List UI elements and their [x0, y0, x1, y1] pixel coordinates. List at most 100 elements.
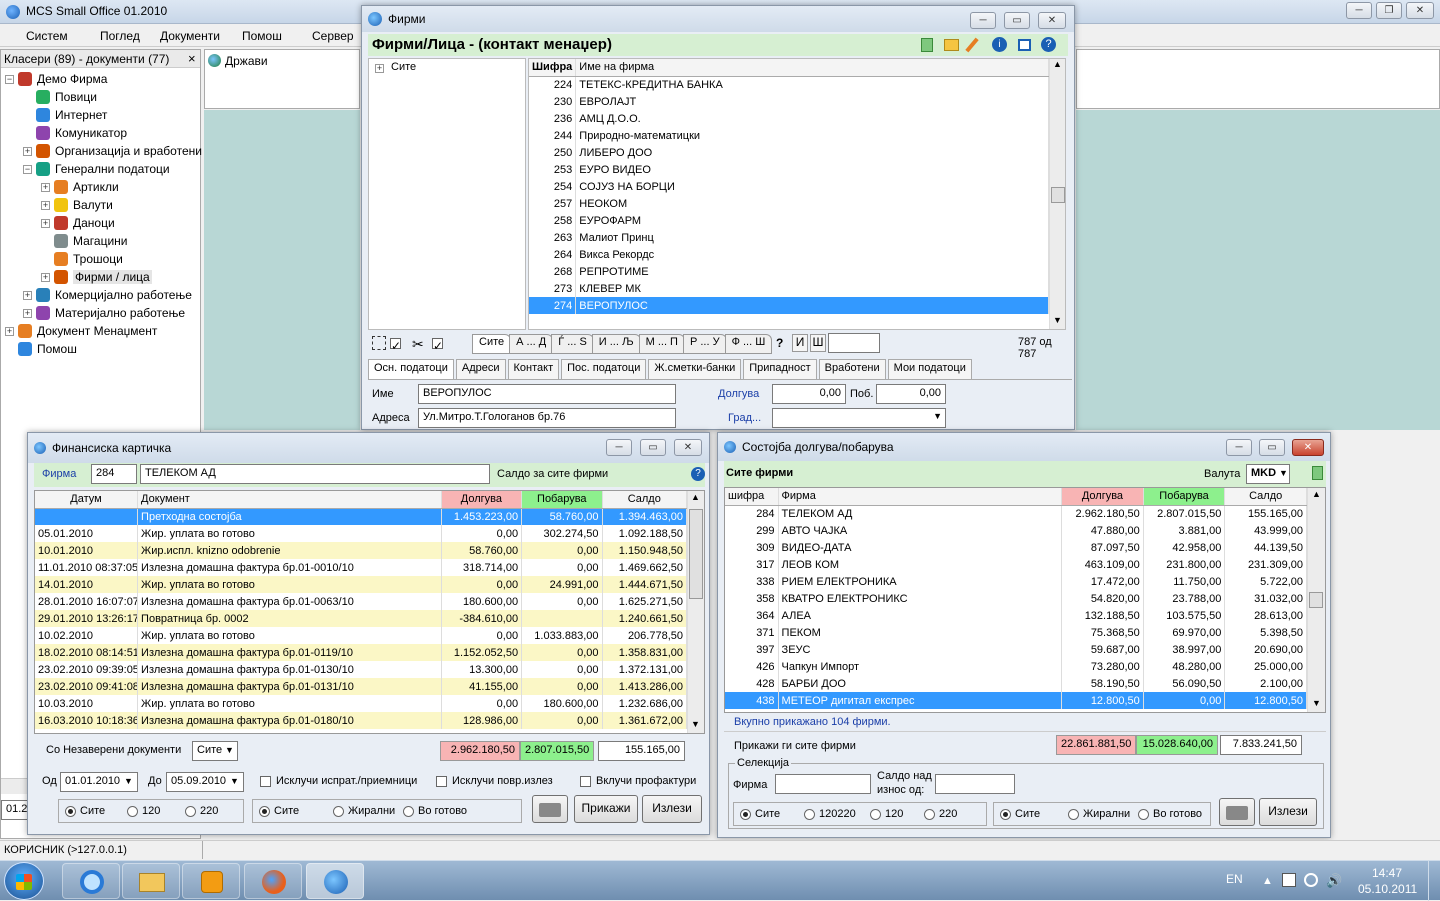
table-row[interactable]: 371 ПЕКОМ 75.368,50 69.970,00 5.398,50 — [725, 624, 1307, 641]
chevron-down-icon[interactable]: ▼ — [230, 776, 239, 786]
radio-cash[interactable]: Во готово — [403, 805, 467, 817]
table-row[interactable]: 250 ЛИБЕРО ДОО — [529, 144, 1049, 161]
alpha-tab[interactable]: М ... П — [638, 334, 685, 354]
taskbar-explorer[interactable] — [122, 863, 180, 899]
tree-item[interactable]: − Генерални податоци — [23, 160, 170, 178]
expand-icon[interactable]: − — [23, 164, 32, 174]
expand-icon[interactable]: − — [5, 74, 14, 84]
maximize-button[interactable]: ▭ — [640, 439, 666, 456]
taskbar-mcs[interactable] — [306, 863, 364, 899]
col-date[interactable]: Датум — [35, 491, 139, 509]
col-document[interactable]: Документ — [137, 491, 442, 509]
scrollbar-thumb[interactable] — [1051, 187, 1065, 203]
table-row[interactable]: 11.01.2010 08:37:05 Излезна домашна факту… — [35, 559, 688, 576]
show-desktop-button[interactable] — [1428, 861, 1440, 901]
chevron-down-icon[interactable]: ▼ — [1279, 468, 1288, 478]
radio-120[interactable]: 120 — [127, 805, 160, 817]
expand-icon[interactable]: + — [5, 326, 14, 336]
radio-120220[interactable]: 120220 — [804, 808, 856, 820]
maximize-button[interactable]: ❐ — [1376, 2, 1402, 19]
tree-item[interactable]: − Демо Фирма — [5, 70, 107, 88]
table-row[interactable]: 23.02.2010 09:41:08 Излезна домашна факту… — [35, 678, 688, 695]
exit-button[interactable]: Излези — [642, 795, 702, 823]
table-row[interactable]: 16.03.2010 10:18:36 Излезна домашна факту… — [35, 712, 688, 729]
clock-time[interactable]: 14:47 — [1372, 866, 1402, 880]
table-row[interactable]: 268 РЕПРОТИМЕ — [529, 263, 1049, 280]
radio-all-payment[interactable]: Сите — [1000, 808, 1040, 820]
help-icon[interactable]: ? — [691, 467, 705, 481]
clock-date[interactable]: 05.10.2011 — [1358, 882, 1417, 896]
print-button[interactable] — [1219, 798, 1255, 826]
radio-all[interactable]: Сите — [740, 808, 780, 820]
table-row[interactable]: 29.01.2010 13:26:17 Повратница бр. 0002 -3… — [35, 610, 688, 627]
table-row[interactable]: 428 БАРБИ ДОО 58.190,50 56.090,50 2.100,00 — [725, 675, 1307, 692]
table-row[interactable]: 317 ЛЕОВ КОМ 463.109,00 231.800,00 231.309,0… — [725, 556, 1307, 573]
city-label[interactable]: Град... — [728, 412, 761, 424]
table-row[interactable]: 257 НЕОКОМ — [529, 195, 1049, 212]
radio-220[interactable]: 220 — [924, 808, 957, 820]
table-row[interactable]: 274 ВЕРОПУЛОС — [529, 297, 1049, 314]
col-code[interactable]: шифра — [725, 488, 779, 506]
maximize-button[interactable]: ▭ — [1259, 439, 1285, 456]
expand-icon[interactable]: + — [23, 290, 32, 300]
radio-220[interactable]: 220 — [185, 805, 218, 817]
table-row[interactable]: 10.03.2010 Жир. уплата во готово 0,00 180.6… — [35, 695, 688, 712]
expand-icon[interactable]: + — [23, 146, 32, 156]
tree-icon[interactable] — [372, 336, 386, 350]
table-row[interactable]: 23.02.2010 09:39:05 Излезна домашна факту… — [35, 661, 688, 678]
firm-code-field[interactable]: 284 — [91, 464, 137, 484]
alpha-tab[interactable]: А ... Д — [509, 334, 554, 354]
table-row[interactable]: 230 ЕВРОЛАЈТ — [529, 93, 1049, 110]
table-row[interactable]: 258 ЕУРОФАРМ — [529, 212, 1049, 229]
tree-item[interactable]: Трошоци — [41, 250, 123, 268]
taskbar-media[interactable] — [182, 863, 240, 899]
table-row[interactable]: 264 Викса Рекордс — [529, 246, 1049, 263]
scrollbar-thumb[interactable] — [1309, 592, 1323, 608]
debit-field[interactable]: 0,00 — [772, 384, 846, 404]
taskbar-ie[interactable] — [62, 863, 120, 899]
col-debit[interactable]: Долгува — [441, 491, 523, 509]
exit-button[interactable]: Излези — [1259, 798, 1317, 826]
scrollbar-thumb[interactable] — [689, 509, 703, 599]
tree-root-all[interactable]: Сите — [391, 61, 416, 73]
maximize-button[interactable]: ▭ — [1004, 12, 1030, 29]
expand-icon[interactable]: + — [23, 308, 32, 318]
minimize-button[interactable]: ─ — [606, 439, 632, 456]
close-icon[interactable]: × — [188, 51, 196, 66]
radio-giro[interactable]: Жирални — [1068, 808, 1130, 820]
table-row[interactable]: 224 ТЕТЕКС-КРЕДИТНА БАНКА — [529, 76, 1049, 93]
volume-icon[interactable]: 🔊 — [1326, 873, 1342, 889]
taskbar-firefox[interactable] — [244, 863, 302, 899]
expand-icon[interactable]: + — [375, 64, 384, 73]
alpha-tab[interactable]: Ѓ ... Ѕ — [551, 334, 594, 354]
amount-from-field[interactable] — [935, 774, 1015, 794]
window-icon[interactable] — [1018, 39, 1031, 51]
document-icon[interactable] — [1312, 466, 1323, 480]
print-button[interactable] — [532, 795, 568, 823]
col-credit[interactable]: Побарува — [1143, 488, 1226, 506]
tree-item[interactable]: + Артикли — [41, 178, 119, 196]
expand-icon[interactable]: + — [41, 200, 50, 210]
firm-filter-field[interactable] — [775, 774, 871, 794]
table-row[interactable]: 10.01.2010 Жир.испл. knizno odobrenie 58.7… — [35, 542, 688, 559]
table-row[interactable]: 364 АЛЕА 132.188,50 103.575,50 28.613,00 — [725, 607, 1307, 624]
col-credit[interactable]: Побарува — [521, 491, 603, 509]
expand-icon[interactable]: + — [41, 182, 50, 192]
table-row[interactable]: 358 КВАТРО ЕЛЕКТРОНИКС 54.820,00 23.788,00 3… — [725, 590, 1307, 607]
help-icon[interactable]: ? — [1041, 37, 1056, 52]
tab-3[interactable]: Пос. податоци — [561, 359, 647, 379]
exclude-dispatch-checkbox[interactable]: Исклучи испрат./приемници — [260, 775, 417, 787]
table-row[interactable]: 299 АВТО ЧАЈКА 47.880,00 3.881,00 43.999,00 — [725, 522, 1307, 539]
tab-6[interactable]: Вработени — [818, 359, 886, 379]
exclude-return-checkbox[interactable]: Исклучи повр.излез — [436, 775, 553, 787]
close-button[interactable]: ✕ — [1038, 12, 1066, 29]
checkbox[interactable]: ✓ — [390, 338, 401, 353]
include-proforma-checkbox[interactable]: Вклучи профактури — [580, 775, 696, 787]
tree-item[interactable]: + Фирми / лица — [41, 268, 152, 286]
tree-item[interactable]: + Документ Менаџмент — [5, 322, 157, 340]
menu-help[interactable]: Помош — [242, 29, 282, 43]
table-row[interactable]: 236 АМЦ Д.О.О. — [529, 110, 1049, 127]
tree-item[interactable]: Интернет — [23, 106, 107, 124]
tree-item[interactable]: Помош — [5, 340, 77, 358]
menu-documents[interactable]: Документи — [160, 29, 220, 43]
